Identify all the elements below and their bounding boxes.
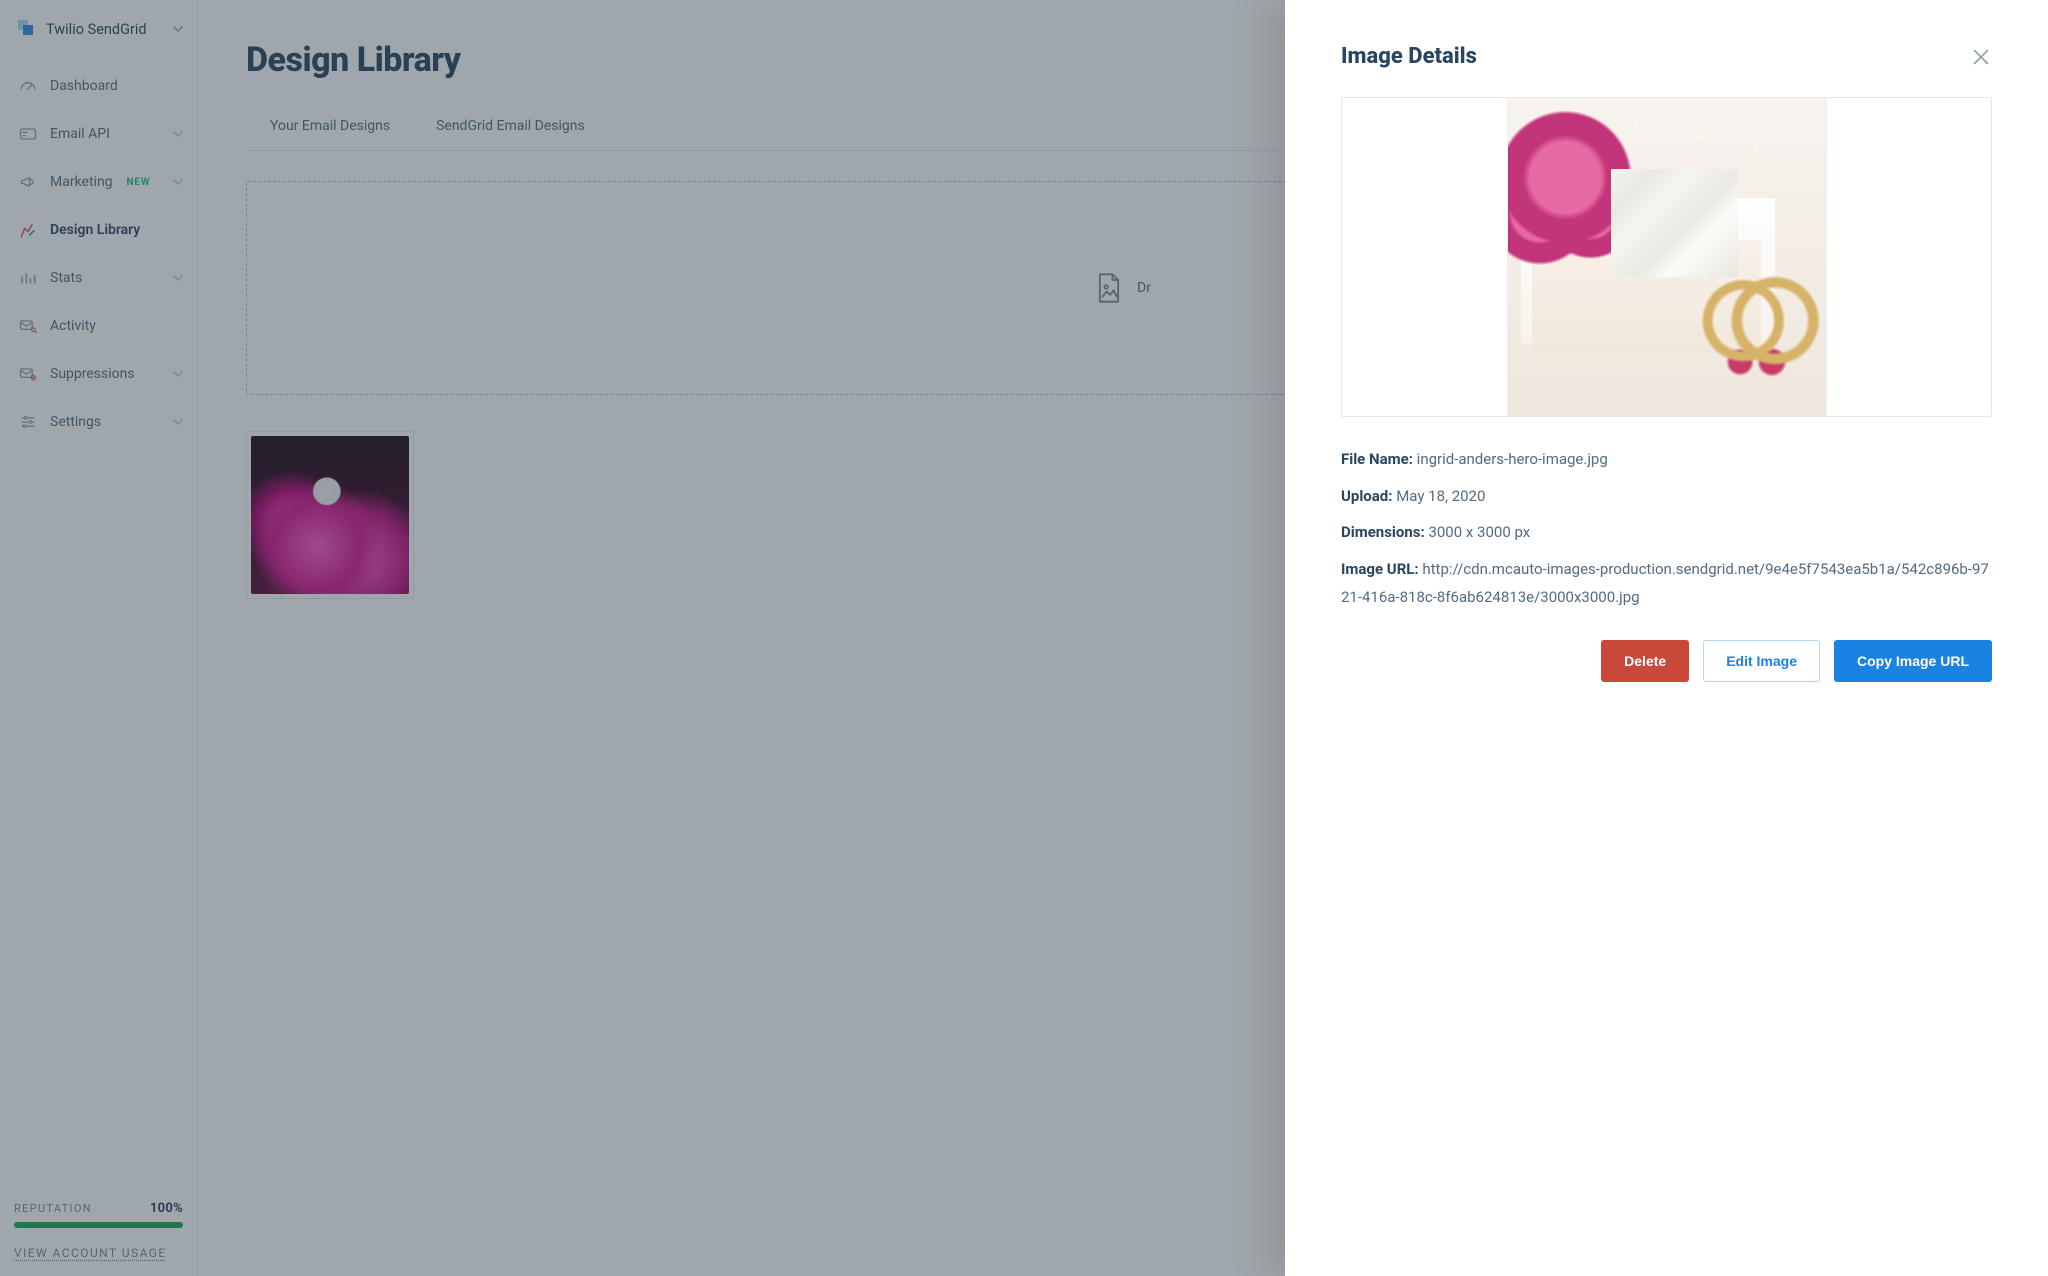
delete-button[interactable]: Delete <box>1601 640 1689 682</box>
upload-value: May 18, 2020 <box>1396 487 1485 505</box>
file-name-label: File Name: <box>1341 450 1413 468</box>
meta-file-name: File Name: ingrid-anders-hero-image.jpg <box>1341 445 1992 474</box>
file-name-value: ingrid-anders-hero-image.jpg <box>1417 450 1608 468</box>
meta-upload: Upload: May 18, 2020 <box>1341 482 1992 511</box>
edit-image-button[interactable]: Edit Image <box>1703 640 1820 682</box>
image-details-drawer: Image Details File Name: ingrid-anders-h… <box>1285 0 2048 1276</box>
app-root: Twilio SendGrid Dashboard Email API <box>0 0 2048 1276</box>
image-preview <box>1341 97 1992 417</box>
dimensions-label: Dimensions: <box>1341 523 1425 541</box>
close-icon[interactable] <box>1970 46 1992 68</box>
copy-image-url-button[interactable]: Copy Image URL <box>1834 640 1992 682</box>
image-meta: File Name: ingrid-anders-hero-image.jpg … <box>1341 445 1992 612</box>
url-value: http://cdn.mcauto-images-production.send… <box>1341 560 1989 607</box>
drawer-actions: Delete Edit Image Copy Image URL <box>1341 640 1992 682</box>
url-label: Image URL: <box>1341 560 1419 578</box>
drawer-title: Image Details <box>1341 44 1477 69</box>
dimensions-value: 3000 x 3000 px <box>1428 523 1530 541</box>
meta-dimensions: Dimensions: 3000 x 3000 px <box>1341 518 1992 547</box>
meta-url: Image URL: http://cdn.mcauto-images-prod… <box>1341 555 1992 612</box>
preview-image <box>1507 98 1827 416</box>
upload-label: Upload: <box>1341 487 1392 505</box>
